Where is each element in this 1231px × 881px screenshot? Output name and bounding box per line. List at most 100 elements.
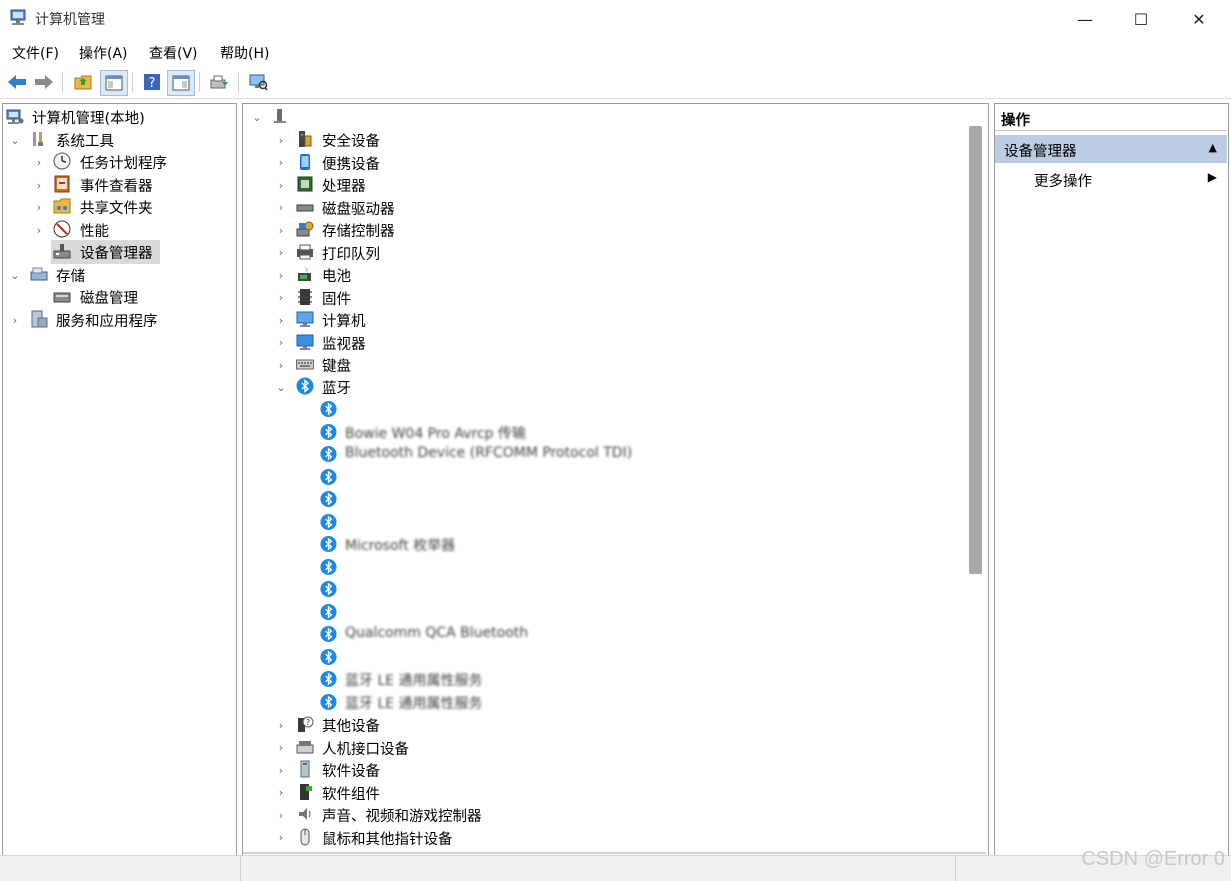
bluetooth-icon — [320, 490, 337, 508]
chevron-right-icon[interactable]: › — [276, 831, 286, 844]
actions-header: 操作 — [995, 104, 1227, 131]
chevron-down-icon[interactable]: ⌄ — [10, 134, 20, 147]
export-icon[interactable] — [206, 70, 232, 94]
bluetooth-icon — [320, 603, 337, 621]
bluetooth-icon — [320, 400, 337, 418]
computer-management-icon — [10, 9, 26, 25]
chevron-right-icon[interactable]: › — [276, 224, 286, 237]
category-label: 打印队列 — [322, 246, 380, 263]
chevron-right-icon[interactable]: › — [34, 224, 44, 237]
chevron-right-icon[interactable]: › — [276, 719, 286, 732]
bluetooth-icon — [320, 625, 337, 643]
chevron-right-icon[interactable]: › — [276, 156, 286, 169]
menu-file[interactable]: 文件(F) — [12, 43, 59, 63]
minimize-button[interactable]: — — [1057, 0, 1113, 38]
software-device-icon — [296, 760, 314, 778]
category-label: 软件组件 — [322, 786, 380, 803]
chevron-right-icon[interactable]: › — [276, 336, 286, 349]
chevron-right-icon[interactable]: › — [10, 314, 20, 327]
bluetooth-icon — [320, 535, 337, 553]
device-manager-icon — [53, 244, 71, 259]
sound-icon — [296, 805, 314, 823]
category-label: 便携设备 — [322, 156, 380, 173]
close-button[interactable]: ✕ — [1171, 0, 1227, 38]
tree-root-label: 计算机管理(本地) — [32, 111, 145, 127]
category-label: 软件设备 — [322, 764, 380, 780]
chevron-right-icon[interactable]: › — [276, 179, 286, 192]
chevron-right-icon[interactable]: › — [276, 359, 286, 372]
security-device-icon — [296, 130, 314, 148]
bluetooth-icon — [320, 423, 337, 441]
bluetooth-icon — [320, 513, 337, 531]
more-actions-item[interactable]: 更多操作 ▶ — [995, 166, 1227, 192]
hid-icon — [296, 738, 314, 756]
actions-section-device-manager[interactable]: 设备管理器 ▲ — [995, 135, 1227, 163]
chevron-right-icon[interactable]: › — [276, 786, 286, 799]
chevron-right-icon: ▶ — [1207, 170, 1217, 184]
bluetooth-icon — [320, 445, 337, 463]
menu-help[interactable]: 帮助(H) — [220, 43, 269, 63]
forward-icon[interactable] — [31, 70, 57, 94]
chevron-right-icon[interactable]: › — [276, 291, 286, 304]
battery-icon — [296, 265, 314, 283]
menu-action[interactable]: 操作(A) — [79, 43, 128, 63]
chevron-right-icon[interactable]: › — [276, 134, 286, 147]
chevron-right-icon[interactable]: › — [276, 741, 286, 754]
chevron-right-icon[interactable]: › — [276, 809, 286, 822]
chevron-right-icon[interactable]: › — [276, 201, 286, 214]
chevron-right-icon[interactable]: › — [276, 246, 286, 259]
vertical-scrollbar-thumb[interactable] — [969, 126, 982, 574]
tree-item-label: 服务和应用程序 — [56, 314, 158, 330]
storage-controller-icon — [296, 220, 314, 238]
tree-item-label: 共享文件夹 — [80, 201, 153, 217]
chevron-down-icon[interactable]: ⌄ — [10, 269, 20, 282]
bluetooth-icon — [320, 648, 337, 666]
tree-item-label: 事件查看器 — [80, 179, 153, 195]
chevron-down-icon[interactable]: ⌄ — [276, 381, 286, 394]
actions-section-label: 设备管理器 — [1004, 144, 1077, 160]
keyboard-icon — [296, 355, 314, 373]
help-icon[interactable]: ? — [139, 70, 165, 94]
category-label: 声音、视频和游戏控制器 — [322, 809, 482, 825]
tree-item-label: 存储 — [56, 269, 85, 285]
chevron-right-icon[interactable]: › — [276, 764, 286, 777]
chevron-right-icon[interactable]: › — [276, 269, 286, 282]
bluetooth-device-label: 蓝牙 LE 通用属性服务 — [345, 695, 483, 712]
category-label: 电池 — [322, 269, 351, 285]
chevron-down-icon[interactable]: ⌄ — [252, 111, 262, 124]
scan-hardware-icon[interactable] — [245, 70, 271, 94]
category-label: 蓝牙 — [322, 381, 351, 397]
collapse-up-icon[interactable]: ▲ — [1209, 141, 1217, 154]
bluetooth-icon — [320, 468, 337, 486]
up-folder-icon[interactable] — [70, 70, 96, 94]
tree-item-label: 系统工具 — [56, 134, 114, 150]
storage-icon — [30, 267, 48, 281]
chevron-right-icon[interactable]: › — [34, 179, 44, 192]
print-queue-icon — [296, 243, 314, 261]
bluetooth-device-label: Qualcomm QCA Bluetooth — [345, 625, 529, 641]
bluetooth-device-label: Bluetooth Device (RFCOMM Protocol TDI) — [345, 445, 633, 461]
properties-icon[interactable] — [167, 70, 195, 96]
chevron-right-icon[interactable]: › — [34, 201, 44, 214]
tree-item-label: 磁盘管理 — [80, 291, 138, 307]
horizontal-scroll-track[interactable] — [243, 852, 986, 854]
disk-drive-icon — [296, 198, 314, 216]
category-label: 存储控制器 — [322, 224, 395, 240]
toolbar: ? — [0, 66, 1231, 99]
clock-icon — [53, 152, 71, 170]
chevron-right-icon[interactable]: › — [276, 314, 286, 327]
chevron-right-icon[interactable]: › — [34, 156, 44, 169]
maximize-button[interactable]: ☐ — [1113, 0, 1169, 38]
bluetooth-icon — [320, 693, 337, 711]
bluetooth-device-label: Bowie W04 Pro Avrcp 传输 — [345, 425, 526, 442]
actions-header-label: 操作 — [1001, 113, 1030, 129]
computer-management-icon — [6, 109, 24, 124]
event-viewer-icon — [54, 175, 70, 193]
category-label: 固件 — [322, 291, 351, 308]
computer-icon — [274, 109, 286, 123]
show-hide-tree-icon[interactable] — [100, 70, 128, 96]
back-icon[interactable] — [4, 70, 30, 94]
menu-view[interactable]: 查看(V) — [149, 43, 198, 63]
tree-item-label: 设备管理器 — [80, 246, 153, 262]
category-label: 计算机 — [322, 314, 366, 330]
